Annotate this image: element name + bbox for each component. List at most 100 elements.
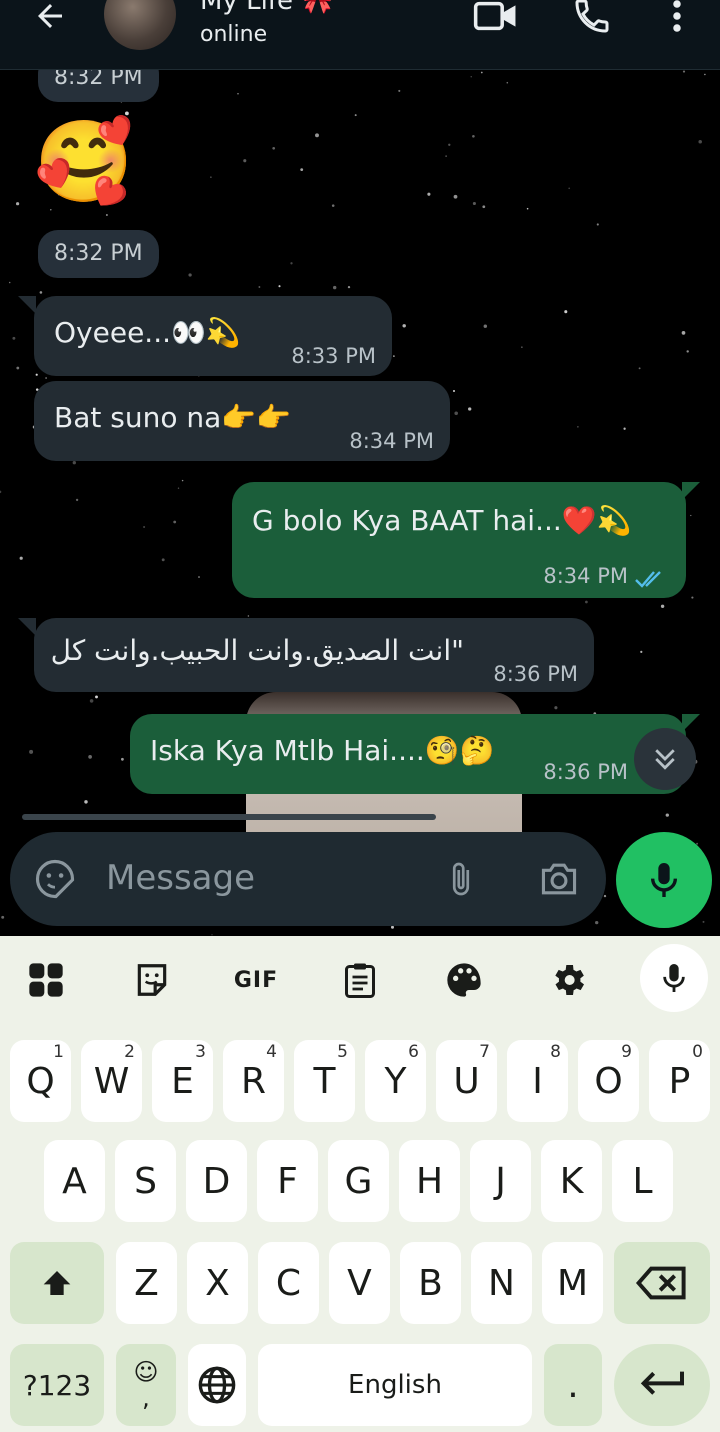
- key-label: C: [275, 1262, 302, 1304]
- key-s[interactable]: S: [115, 1140, 176, 1222]
- backspace-icon: [635, 1266, 686, 1300]
- apps-grid-icon[interactable]: [20, 954, 72, 1006]
- clipboard-icon[interactable]: [334, 954, 386, 1006]
- emoji-comma-key[interactable]: ☺ ,: [116, 1344, 176, 1426]
- sticker-icon[interactable]: [126, 954, 178, 1006]
- key-e[interactable]: E3: [152, 1040, 213, 1122]
- key-m[interactable]: M: [542, 1242, 603, 1324]
- message-time: 8:34 PM: [349, 429, 434, 453]
- shift-key[interactable]: [10, 1242, 104, 1324]
- message-text: Iska Kya Mtlb Hai....🧐🤔: [150, 734, 495, 767]
- read-ticks-icon: [634, 564, 668, 597]
- key-label: F: [277, 1160, 298, 1202]
- language-globe-key[interactable]: [188, 1344, 246, 1426]
- contact-status: online: [200, 22, 268, 47]
- key-y[interactable]: Y6: [365, 1040, 426, 1122]
- timestamp-label: 8:32 PM: [38, 70, 159, 102]
- message-text: "انت الصديق.وانت الحبيب.وانت كل: [50, 634, 464, 667]
- key-b[interactable]: B: [400, 1242, 461, 1324]
- more-options-icon[interactable]: [660, 0, 694, 36]
- key-label: N: [488, 1262, 515, 1304]
- message-text: Bat suno na👉👉: [54, 401, 291, 434]
- key-hint: 5: [337, 1042, 348, 1062]
- key-label: U: [453, 1060, 480, 1102]
- key-h[interactable]: H: [399, 1140, 460, 1222]
- key-label: B: [418, 1262, 443, 1304]
- key-label: K: [559, 1160, 584, 1202]
- key-label: W: [93, 1060, 130, 1102]
- enter-key[interactable]: [614, 1344, 710, 1426]
- space-key[interactable]: English: [258, 1344, 532, 1426]
- bubble-tail: [18, 618, 36, 636]
- emoji-key-glyph: ☺: [133, 1357, 159, 1386]
- key-o[interactable]: O9: [578, 1040, 639, 1122]
- key-g[interactable]: G: [328, 1140, 389, 1222]
- back-arrow-icon[interactable]: [28, 0, 72, 38]
- settings-icon[interactable]: [542, 954, 594, 1006]
- chat-header: My Life 🎀 online: [0, 0, 720, 70]
- key-j[interactable]: J: [470, 1140, 531, 1222]
- camera-icon[interactable]: [536, 856, 582, 902]
- voice-message-button[interactable]: [616, 832, 712, 928]
- scroll-to-bottom-button[interactable]: [634, 728, 696, 790]
- key-v[interactable]: V: [329, 1242, 390, 1324]
- key-hint: 4: [266, 1042, 277, 1062]
- period-key[interactable]: .: [544, 1344, 602, 1426]
- key-q[interactable]: Q1: [10, 1040, 71, 1122]
- voice-call-icon[interactable]: [570, 0, 614, 36]
- key-r[interactable]: R4: [223, 1040, 284, 1122]
- key-z[interactable]: Z: [116, 1242, 177, 1324]
- message-bubble[interactable]: Oyeee...👀💫 8:33 PM: [34, 296, 392, 376]
- attach-icon[interactable]: [438, 856, 484, 902]
- key-label: D: [202, 1160, 231, 1202]
- key-label: X: [205, 1262, 230, 1304]
- divider: [22, 814, 436, 820]
- symbols-key[interactable]: ?123: [10, 1344, 104, 1426]
- key-hint: 0: [692, 1042, 703, 1062]
- key-w[interactable]: W2: [81, 1040, 142, 1122]
- key-hint: 9: [621, 1042, 632, 1062]
- emoji-sticker-icon[interactable]: [32, 856, 78, 902]
- palette-icon[interactable]: [438, 954, 490, 1006]
- video-call-icon[interactable]: [472, 0, 520, 36]
- key-i[interactable]: I8: [507, 1040, 568, 1122]
- contact-avatar[interactable]: [104, 0, 176, 50]
- key-label: A: [62, 1160, 87, 1202]
- message-composer[interactable]: Message: [10, 832, 606, 926]
- key-n[interactable]: N: [471, 1242, 532, 1324]
- key-u[interactable]: U7: [436, 1040, 497, 1122]
- message-bubble[interactable]: Bat suno na👉👉 8:34 PM: [34, 381, 450, 461]
- key-c[interactable]: C: [258, 1242, 319, 1324]
- key-label: R: [240, 1060, 266, 1102]
- key-label: M: [556, 1262, 589, 1304]
- key-l[interactable]: L: [612, 1140, 673, 1222]
- key-f[interactable]: F: [257, 1140, 318, 1222]
- message-bubble[interactable]: G bolo Kya BAAT hai...❤️💫 8:34 PM: [232, 482, 686, 598]
- message-input[interactable]: Message: [106, 858, 255, 898]
- mic-icon: [650, 863, 678, 897]
- message-time: 8:34 PM: [543, 564, 628, 588]
- key-label: Q: [26, 1060, 55, 1102]
- gif-icon[interactable]: GIF: [230, 954, 282, 1006]
- chat-area[interactable]: 8:32 PM 🥰 8:32 PM Oyeee...👀💫 8:33 PM Bat…: [0, 70, 720, 936]
- key-a[interactable]: A: [44, 1140, 105, 1222]
- key-hint: 1: [53, 1042, 64, 1062]
- contact-name[interactable]: My Life 🎀: [200, 0, 334, 16]
- voice-input-icon[interactable]: [640, 944, 708, 1012]
- message-bubble[interactable]: "انت الصديق.وانت الحبيب.وانت كل 8:36 PM: [34, 618, 594, 692]
- key-t[interactable]: T5: [294, 1040, 355, 1122]
- sticker-emoji[interactable]: 🥰: [34, 122, 134, 202]
- key-x[interactable]: X: [187, 1242, 248, 1324]
- key-p[interactable]: P0: [649, 1040, 710, 1122]
- double-chevron-down-icon: [655, 749, 675, 770]
- message-text: G bolo Kya BAAT hai...❤️💫: [252, 504, 632, 537]
- message-bubble[interactable]: Iska Kya Mtlb Hai....🧐🤔 8:36 PM: [130, 714, 686, 794]
- key-k[interactable]: K: [541, 1140, 602, 1222]
- comma-key-glyph: ,: [142, 1384, 150, 1412]
- key-label: I: [532, 1060, 543, 1102]
- key-label: P: [668, 1060, 691, 1102]
- key-label: E: [171, 1060, 194, 1102]
- key-d[interactable]: D: [186, 1140, 247, 1222]
- key-label: S: [134, 1160, 157, 1202]
- backspace-key[interactable]: [614, 1242, 710, 1324]
